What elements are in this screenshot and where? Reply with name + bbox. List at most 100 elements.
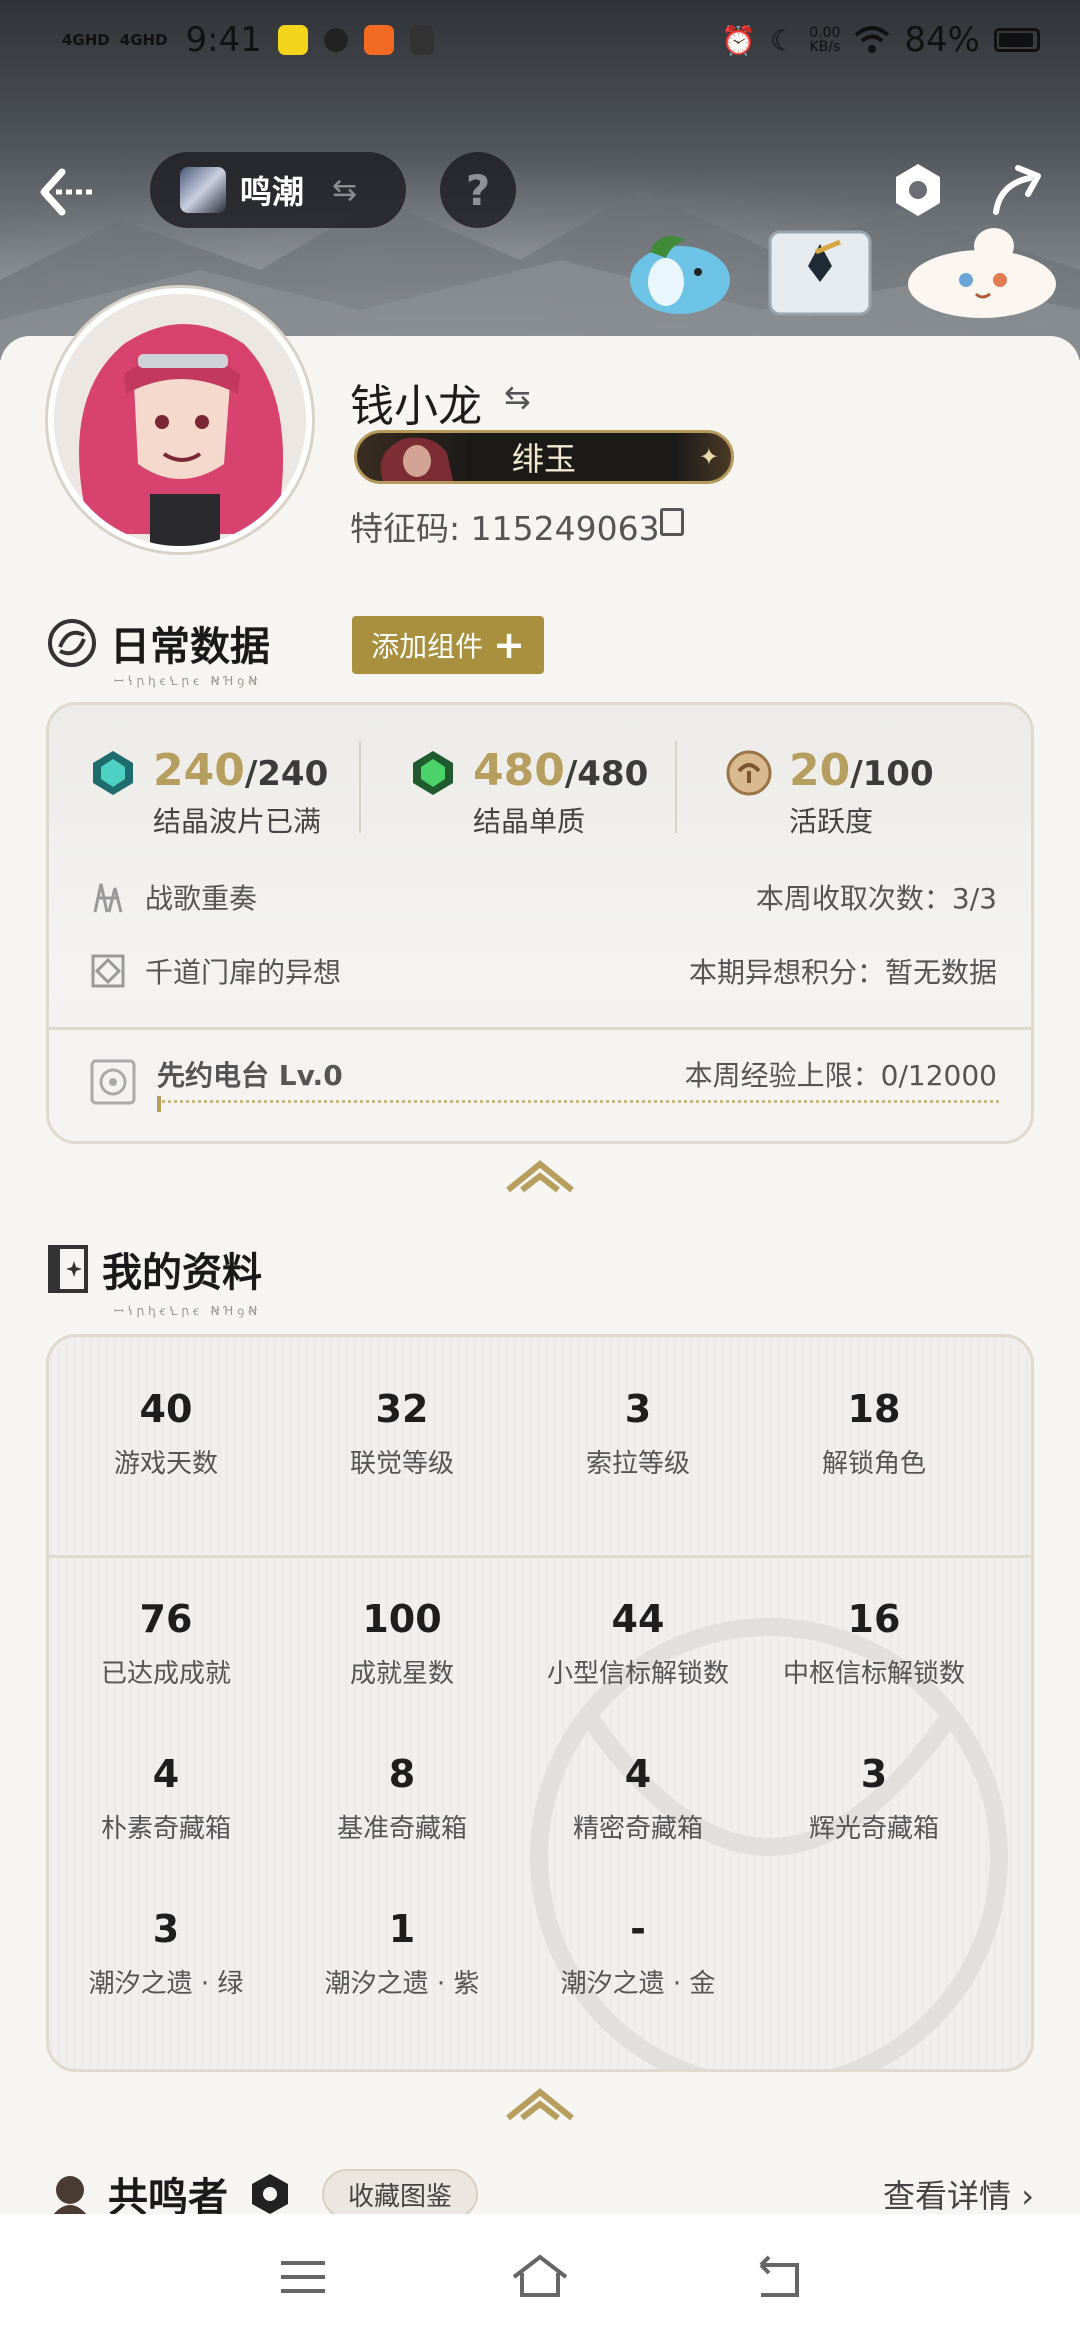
stat-label: 辉光奇藏箱 xyxy=(808,1814,939,1844)
stat-basic-chests: 4 朴素奇藏箱 xyxy=(49,1752,283,1845)
crystal-solvent-icon xyxy=(413,751,453,795)
stat-small-beacons: 44 小型信标解锁数 xyxy=(521,1597,755,1690)
swap-icon: ⇆ xyxy=(332,172,358,208)
game-switcher[interactable]: 鸣潮 ⇆ xyxy=(150,152,406,228)
stat-value: 4 xyxy=(152,1752,180,1796)
solvent-total: /480 xyxy=(564,754,649,794)
add-widget-label: 添加组件 xyxy=(371,630,484,663)
stat-label: 精密奇藏箱 xyxy=(572,1814,703,1844)
status-time: 9:41 xyxy=(185,20,262,60)
stat-sol-level: 3 索拉等级 xyxy=(521,1387,755,1480)
activity-total: /100 xyxy=(850,754,934,794)
stat-label: 成就星数 xyxy=(349,1659,454,1689)
stat-label: 基准奇藏箱 xyxy=(336,1814,467,1844)
waveplate-value: 240/240 xyxy=(153,745,328,796)
network-indicator-2: 4GHD xyxy=(119,30,168,49)
stat-value: 44 xyxy=(611,1597,665,1641)
stat-label: 游戏天数 xyxy=(113,1449,218,1479)
profile-section-subtitle: ꟷꝇꞃꞕꞓꝆꞃꞓ ꞤꞪꝯꞤ xyxy=(114,1304,262,1318)
stat-label: 潮汐之遗 · 绿 xyxy=(88,1969,244,1999)
solvent-value: 480/480 xyxy=(473,745,648,796)
stat-tidal-gold: - 潮汐之遗 · 金 xyxy=(521,1907,755,2000)
database-icon xyxy=(409,25,434,55)
home-icon[interactable] xyxy=(500,2247,580,2307)
activity-label: 活跃度 xyxy=(789,805,874,838)
notification-app-icon xyxy=(363,25,394,55)
gate-icon xyxy=(91,954,125,988)
gates-value: 本期异想积分：暂无数据 xyxy=(688,956,997,989)
view-details-link[interactable]: 查看详情 › xyxy=(883,2171,1034,2217)
stat-radiant-chests: 3 辉光奇藏箱 xyxy=(757,1752,991,1845)
stat-waveplates[interactable]: 240/240 结晶波片已满 xyxy=(89,745,328,838)
stat-value: 16 xyxy=(847,1597,901,1641)
shield-icon xyxy=(323,28,348,52)
profile-section-header: 我的资料 xyxy=(46,1240,262,1298)
stat-standard-chests: 8 基准奇藏箱 xyxy=(285,1752,519,1845)
collapse-chevron-icon[interactable] xyxy=(504,2086,576,2122)
stat-value: - xyxy=(630,1907,646,1951)
activity-coin-icon xyxy=(726,750,772,796)
switch-account-icon[interactable]: ⇆ xyxy=(504,378,531,416)
share-icon[interactable] xyxy=(986,160,1046,220)
plus-icon: + xyxy=(493,623,525,667)
user-id: 特征码: 115249063 xyxy=(350,509,660,548)
stat-tidal-purple: 1 潮汐之遗 · 紫 xyxy=(285,1907,519,2000)
stat-label: 解锁角色 xyxy=(821,1449,926,1479)
activity-value: 20/100 xyxy=(789,745,934,796)
game-name: 鸣潮 xyxy=(240,173,305,211)
stat-label: 潮汐之遗 · 紫 xyxy=(324,1969,480,1999)
divider xyxy=(49,1555,1031,1558)
collection-button[interactable]: 收藏图鉴 xyxy=(322,2169,479,2219)
help-icon: ? xyxy=(465,165,491,215)
stat-label: 潮汐之遗 · 金 xyxy=(560,1969,716,1999)
copy-icon[interactable] xyxy=(660,508,684,536)
stat-value: 32 xyxy=(375,1387,429,1431)
status-bar: 4GHD 4GHD 9:41 ⏰ ☾ 0.00 KB/s 84% xyxy=(0,0,1080,80)
stat-value: 40 xyxy=(139,1387,193,1431)
stat-value: 3 xyxy=(152,1907,180,1951)
stat-achievements: 76 已达成成就 xyxy=(49,1597,283,1690)
stat-value: 3 xyxy=(860,1752,888,1796)
stat-value: 3 xyxy=(624,1387,652,1431)
stat-label: 中枢信标解锁数 xyxy=(782,1659,965,1689)
mascot-bird-icon[interactable] xyxy=(620,222,740,322)
radio-row[interactable]: 先约电台 Lv.0 本周经验上限：0/12000 xyxy=(49,1027,1031,1141)
daily-data-card: 240/240 结晶波片已满 480/480 结晶单质 20/100 活跃度 战… xyxy=(46,702,1034,1144)
sparkle-icon: ✦ xyxy=(698,443,719,471)
solvent-current: 480 xyxy=(473,745,565,796)
radio-icon xyxy=(90,1059,136,1105)
activity-current: 20 xyxy=(789,745,851,796)
gates-row[interactable]: 千道门扉的异想 本期异想积分：暂无数据 xyxy=(89,951,997,991)
resonator-icon xyxy=(52,2176,88,2216)
stat-value: 100 xyxy=(362,1597,442,1641)
menu-icon[interactable] xyxy=(273,2247,333,2307)
profile-stats-card: 40 游戏天数 32 联觉等级 3 索拉等级 18 解锁角色 76 已达成成就 100 成就… xyxy=(46,1334,1034,2072)
net-speed-unit: KB/s xyxy=(809,39,841,55)
collapse-chevron-icon[interactable] xyxy=(504,1158,576,1194)
back-arrow-icon[interactable] xyxy=(36,160,100,224)
title-badge-text: 绯玉 xyxy=(511,440,576,478)
waveplate-crystal-icon xyxy=(93,751,133,795)
stat-tidal-green: 3 潮汐之遗 · 绿 xyxy=(49,1907,283,2000)
mascot-box-icon[interactable] xyxy=(760,222,880,322)
settings-icon[interactable] xyxy=(888,160,948,220)
stat-value: 1 xyxy=(388,1907,416,1951)
tactical-hologram-row[interactable]: 战歌重奏 本周收取次数：3/3 xyxy=(89,877,997,917)
stat-crystal-solvent[interactable]: 480/480 结晶单质 xyxy=(409,745,648,838)
daily-section-subtitle: ꟷꝇꞃꞕꞓꝆꞃꞓ ꞤꞪꝯꞤ xyxy=(114,674,262,688)
stat-value: 4 xyxy=(624,1752,652,1796)
add-widget-button[interactable]: 添加组件 + xyxy=(352,616,544,674)
help-button[interactable]: ? xyxy=(440,152,516,228)
settings-icon[interactable] xyxy=(248,2172,292,2216)
waveplate-current: 240 xyxy=(153,745,245,796)
stat-value: 18 xyxy=(847,1387,901,1431)
profile-book-icon xyxy=(48,1245,88,1293)
alarm-icon: ⏰ xyxy=(721,23,757,57)
mascot-fluffy-icon[interactable] xyxy=(902,222,1062,322)
radio-progress-track xyxy=(157,1100,999,1106)
title-badge-portrait xyxy=(380,437,453,481)
back-icon[interactable] xyxy=(747,2247,807,2307)
stat-activity[interactable]: 20/100 活跃度 xyxy=(725,745,934,838)
avatar[interactable] xyxy=(48,288,312,552)
title-badge[interactable]: 绯玉 ✦ xyxy=(354,430,734,484)
